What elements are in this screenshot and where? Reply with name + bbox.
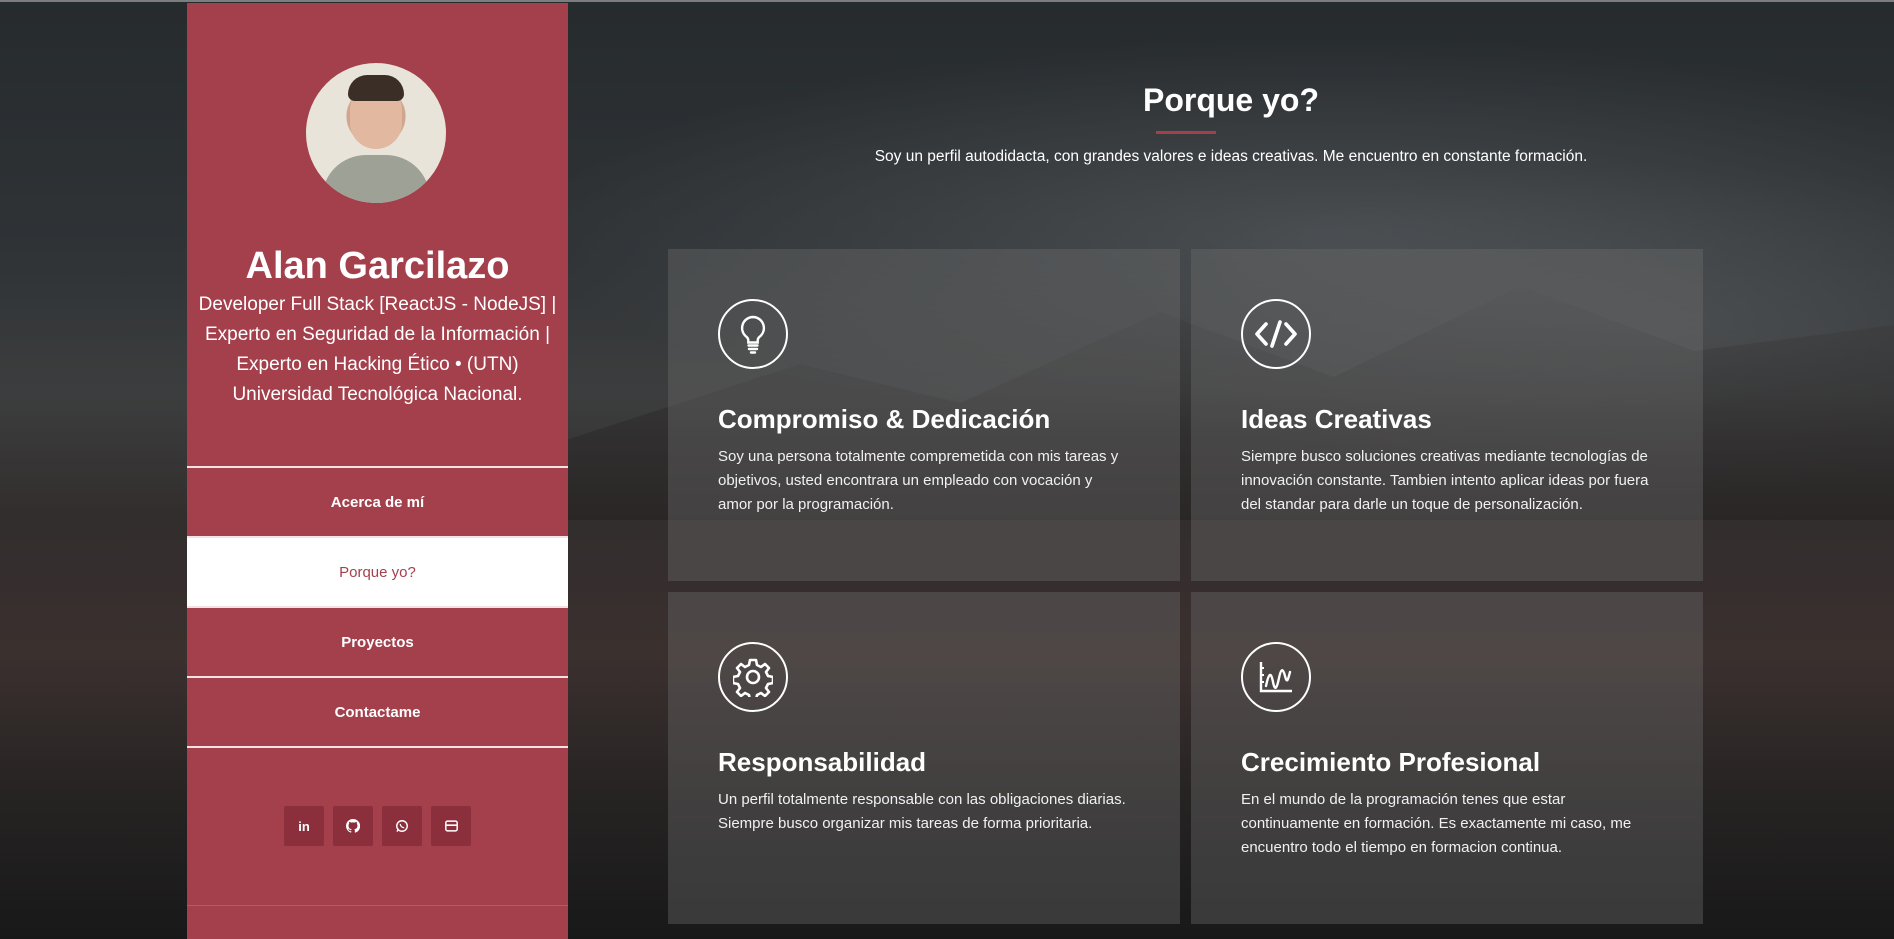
section-title: Porque yo? — [1142, 82, 1319, 118]
email-icon — [444, 820, 458, 832]
whatsapp-icon — [396, 820, 408, 832]
linkedin-button[interactable]: in — [284, 806, 324, 846]
section-subtitle: Soy un perfil autodidacta, con grandes v… — [874, 148, 1588, 165]
tagline-line: Experto en Seguridad de la Información | — [204, 324, 551, 345]
feature-card-compromiso: Compromiso & Dedicación Soy una persona … — [668, 249, 1180, 581]
feature-card-responsabilidad: Responsabilidad Un perfil totalmente res… — [668, 592, 1180, 924]
profile-tagline: Developer Full Stack [ReactJS - NodeJS] … — [197, 290, 558, 410]
sidebar: Alan Garcilazo Developer Full Stack [Rea… — [187, 3, 568, 939]
social-links: in — [187, 806, 568, 846]
feature-card-ideas: Ideas Creativas Siempre busco soluciones… — [1191, 249, 1703, 581]
tagline-line: Experto en Hacking Ético • (UTN) — [236, 354, 519, 375]
card-text: Soy una persona totalmente compremetida … — [718, 448, 1119, 513]
title-underline — [1156, 131, 1216, 134]
sidebar-nav: Acerca de mí Porque yo? Proyectos Contac… — [187, 466, 568, 748]
card-title: Ideas Creativas — [1241, 404, 1432, 434]
whatsapp-button[interactable] — [382, 806, 422, 846]
code-icon — [1241, 299, 1311, 369]
profile-name: Alan Garcilazo — [245, 245, 510, 287]
feature-card-crecimiento: Crecimiento Profesional En el mundo de l… — [1191, 592, 1703, 924]
sidebar-divider — [187, 905, 568, 906]
chart-growth-icon — [1241, 642, 1311, 712]
email-button[interactable] — [431, 806, 471, 846]
card-title: Compromiso & Dedicación — [718, 404, 1051, 434]
tagline-line: Developer Full Stack [ReactJS - NodeJS] … — [198, 294, 557, 315]
avatar — [306, 63, 446, 203]
lightbulb-icon — [718, 299, 788, 369]
github-icon — [346, 819, 360, 833]
gear-icon — [718, 642, 788, 712]
card-text: Un perfil totalmente responsable con las… — [718, 791, 1126, 832]
card-text: Siempre busco soluciones creativas media… — [1241, 448, 1649, 513]
nav-item-porque-yo[interactable]: Porque yo? — [187, 536, 568, 606]
nav-item-contactame[interactable]: Contactame — [187, 676, 568, 746]
nav-item-proyectos[interactable]: Proyectos — [187, 606, 568, 676]
linkedin-icon: in — [298, 818, 310, 834]
card-title: Responsabilidad — [718, 747, 927, 777]
nav-item-acerca[interactable]: Acerca de mí — [187, 466, 568, 536]
main-content: Porque yo? Soy un perfil autodidacta, co… — [568, 0, 1894, 939]
tagline-line: Universidad Tecnológica Nacional. — [232, 384, 523, 405]
card-title: Crecimiento Profesional — [1241, 747, 1541, 777]
github-button[interactable] — [333, 806, 373, 846]
card-text: En el mundo de la programación tenes que… — [1241, 791, 1632, 856]
